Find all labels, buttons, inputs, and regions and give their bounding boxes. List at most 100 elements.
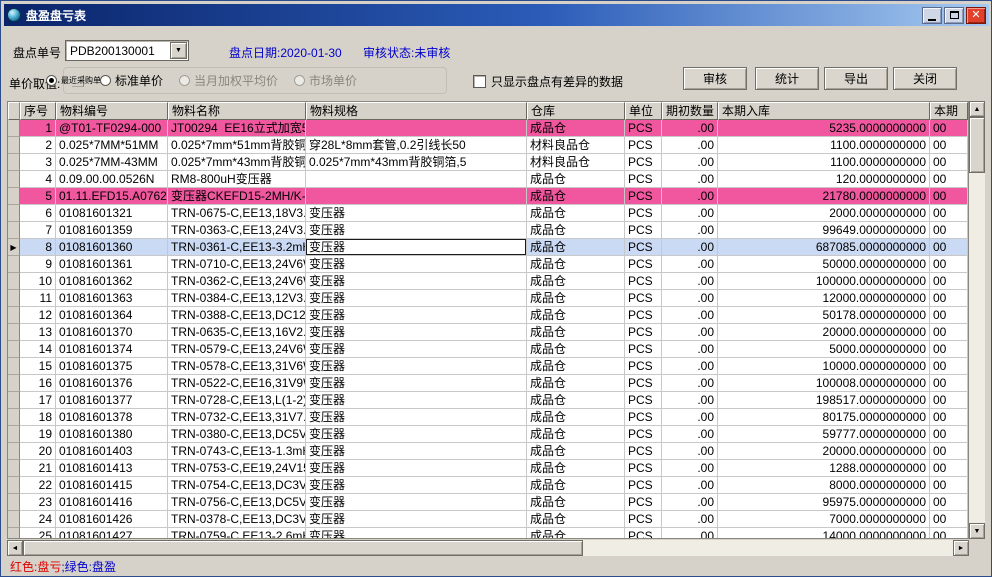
table-cell[interactable]: 5000.0000000000 [718, 341, 930, 358]
table-cell[interactable]: 变压器 [306, 256, 527, 273]
table-cell[interactable]: PCS [625, 222, 662, 239]
table-cell[interactable] [306, 171, 527, 188]
table-cell[interactable]: PCS [625, 239, 662, 256]
table-cell[interactable]: 成品仓 [527, 528, 625, 539]
table-cell[interactable]: 成品仓 [527, 222, 625, 239]
row-selector[interactable] [8, 188, 20, 205]
table-cell[interactable]: .00 [662, 511, 718, 528]
table-cell[interactable]: 01081601416 [56, 494, 168, 511]
table-cell[interactable]: .00 [662, 120, 718, 137]
table-cell[interactable]: 成品仓 [527, 511, 625, 528]
table-cell[interactable]: 4 [20, 171, 56, 188]
table-cell[interactable]: PCS [625, 137, 662, 154]
table-cell[interactable]: 5235.0000000000 [718, 120, 930, 137]
table-cell[interactable]: 1100.0000000000 [718, 154, 930, 171]
row-selector[interactable] [8, 358, 20, 375]
table-cell[interactable]: 成品仓 [527, 409, 625, 426]
table-cell[interactable]: .00 [662, 341, 718, 358]
table-cell[interactable]: 01081601370 [56, 324, 168, 341]
table-cell[interactable]: 01081601362 [56, 273, 168, 290]
table-cell[interactable]: RM8-800uH变压器 [168, 171, 306, 188]
table-cell[interactable]: 19 [20, 426, 56, 443]
table-row[interactable]: 30.025*7MM-43MM0.025*7mm*43mm背胶铜箔,0.025*… [8, 154, 968, 171]
table-cell[interactable]: TRN-0754-C,EE13,DC3V3.6W [168, 477, 306, 494]
doc-no-combobox[interactable]: PDB200130001 ▼ [65, 40, 189, 61]
table-cell[interactable]: 20000.0000000000 [718, 443, 930, 460]
table-cell[interactable]: PCS [625, 324, 662, 341]
table-cell[interactable]: PCS [625, 154, 662, 171]
table-cell[interactable]: TRN-0635-C,EE13,16V2.4W [168, 324, 306, 341]
table-cell[interactable]: 01081601321 [56, 205, 168, 222]
vertical-scrollbar[interactable]: ▲ ▼ [969, 101, 985, 539]
table-cell[interactable]: 00 [930, 205, 968, 222]
table-cell[interactable]: 00 [930, 494, 968, 511]
table-cell[interactable]: 3 [20, 154, 56, 171]
row-selector[interactable] [8, 256, 20, 273]
table-cell[interactable]: 687085.0000000000 [718, 239, 930, 256]
table-cell[interactable]: 1 [20, 120, 56, 137]
table-cell[interactable]: PCS [625, 171, 662, 188]
table-cell[interactable]: TRN-0675-C,EE13,18V3.6 [168, 205, 306, 222]
table-cell[interactable]: .00 [662, 426, 718, 443]
table-cell[interactable]: 23 [20, 494, 56, 511]
table-cell[interactable]: 00 [930, 307, 968, 324]
table-cell[interactable]: 0.025*7mm*43mm背胶铜箔,5 [306, 154, 527, 171]
table-cell[interactable]: 00 [930, 443, 968, 460]
table-cell[interactable]: 25 [20, 528, 56, 539]
table-row[interactable]: 2501081601427TRN-0759-C,EE13-2.6mH±变压器成品… [8, 528, 968, 539]
table-cell[interactable]: 01081601376 [56, 375, 168, 392]
table-cell[interactable]: TRN-0710-C,EE13,24V6W, [168, 256, 306, 273]
table-cell[interactable]: 12000.0000000000 [718, 290, 930, 307]
table-cell[interactable]: 00 [930, 188, 968, 205]
row-selector[interactable] [8, 290, 20, 307]
table-cell[interactable]: 变压器 [306, 409, 527, 426]
row-selector[interactable]: ▶ [8, 239, 20, 256]
table-cell[interactable]: 穿28L*8mm套管,0.2引线长50 [306, 137, 527, 154]
table-cell[interactable]: 95975.0000000000 [718, 494, 930, 511]
table-cell[interactable]: 15 [20, 358, 56, 375]
row-selector[interactable] [8, 477, 20, 494]
row-selector[interactable] [8, 273, 20, 290]
table-cell[interactable]: .00 [662, 494, 718, 511]
table-cell[interactable]: 10000.0000000000 [718, 358, 930, 375]
table-cell[interactable]: .00 [662, 460, 718, 477]
table-cell[interactable]: 成品仓 [527, 188, 625, 205]
column-header[interactable]: 物料名称 [168, 102, 306, 120]
table-cell[interactable]: 22 [20, 477, 56, 494]
table-cell[interactable]: 00 [930, 341, 968, 358]
table-cell[interactable]: 变压器 [306, 324, 527, 341]
row-selector[interactable] [8, 494, 20, 511]
table-cell[interactable]: PCS [625, 426, 662, 443]
table-cell[interactable]: PCS [625, 256, 662, 273]
row-selector[interactable] [8, 375, 20, 392]
table-cell[interactable]: 材料良品仓 [527, 154, 625, 171]
table-cell[interactable]: 00 [930, 460, 968, 477]
table-cell[interactable]: TRN-0363-C,EE13,24V3.6W [168, 222, 306, 239]
table-row[interactable]: 1601081601376TRN-0522-C,EE16,31V9W变压器成品仓… [8, 375, 968, 392]
audit-button[interactable]: 审核 [683, 67, 747, 90]
table-cell[interactable]: 1100.0000000000 [718, 137, 930, 154]
horizontal-scroll-track[interactable] [23, 540, 953, 556]
horizontal-scrollbar[interactable]: ◄ ► [7, 540, 969, 556]
maximize-button[interactable] [944, 7, 964, 24]
column-header[interactable]: 本期入库 [718, 102, 930, 120]
table-cell[interactable]: 20000.0000000000 [718, 324, 930, 341]
table-cell[interactable]: TRN-0743-C,EE13-1.3mH± [168, 443, 306, 460]
table-cell[interactable]: PCS [625, 205, 662, 222]
table-cell[interactable]: 0.025*7mm*43mm背胶铜箔, [168, 154, 306, 171]
table-cell[interactable]: @T01-TF0294-000 [56, 120, 168, 137]
table-row[interactable]: 1@T01-TF0294-000JT00294 EE16立式加宽5+2成品仓PC… [8, 120, 968, 137]
table-cell[interactable]: TRN-0522-C,EE16,31V9W [168, 375, 306, 392]
table-cell[interactable]: 变压器 [306, 511, 527, 528]
export-button[interactable]: 导出 [824, 67, 888, 90]
table-cell[interactable]: PCS [625, 358, 662, 375]
table-cell[interactable]: 成品仓 [527, 494, 625, 511]
title-bar[interactable]: 盘盈盘亏表 ✕ [4, 4, 989, 26]
table-cell[interactable]: .00 [662, 256, 718, 273]
table-cell[interactable]: .00 [662, 188, 718, 205]
row-selector[interactable] [8, 120, 20, 137]
table-cell[interactable]: 0.09.00.00.0526N [56, 171, 168, 188]
table-cell[interactable]: PCS [625, 307, 662, 324]
table-cell[interactable]: 00 [930, 426, 968, 443]
horizontal-scroll-thumb[interactable] [23, 540, 583, 556]
